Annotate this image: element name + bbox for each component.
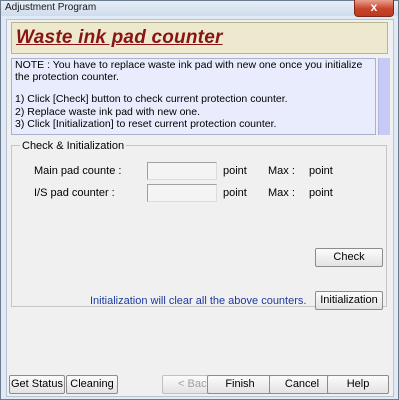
help-button[interactable]: Help [327, 375, 389, 394]
note-line: 2) Replace waste ink pad with new one. [15, 105, 201, 118]
is-pad-unit: point [223, 187, 247, 199]
title-bar[interactable]: Adjustment Program x [1, 0, 398, 17]
finish-button[interactable]: Finish [207, 375, 273, 394]
check-button[interactable]: Check [315, 248, 383, 267]
window-title: Adjustment Program [5, 2, 97, 13]
main-pad-counter-field [147, 162, 217, 180]
is-pad-counter-field [147, 184, 217, 202]
is-pad-max-unit: point [309, 187, 333, 199]
is-pad-max-label: Max : [268, 187, 295, 199]
main-pad-max-unit: point [309, 165, 333, 177]
group-title: Check & Initialization [20, 140, 127, 152]
main-pad-max-label: Max : [268, 165, 295, 177]
note-scrollbar[interactable] [378, 58, 390, 135]
heading-banner: Waste ink pad counter [11, 22, 388, 54]
adjustment-window: Adjustment Program x Waste ink pad count… [0, 0, 399, 400]
note-line: the protection counter. [15, 71, 119, 84]
cleaning-button[interactable]: Cleaning [66, 375, 118, 394]
note-line: 3) Click [Initialization] to reset curre… [15, 117, 277, 130]
close-button[interactable]: x [354, 0, 394, 17]
is-pad-label: I/S pad counter : [34, 187, 115, 199]
note-box: NOTE : You have to replace waste ink pad… [11, 58, 376, 135]
get-status-button[interactable]: Get Status [9, 375, 65, 394]
check-init-group: Check & Initialization Main pad counte :… [11, 140, 387, 310]
client-area: Waste ink pad counter NOTE : You have to… [6, 19, 394, 397]
initialization-button[interactable]: Initialization [315, 291, 383, 310]
initialization-info: Initialization will clear all the above … [90, 295, 307, 307]
note-line: 1) Click [Check] button to check current… [15, 93, 288, 106]
note-line: NOTE : You have to replace waste ink pad… [15, 59, 363, 71]
close-icon: x [370, 0, 378, 14]
cancel-button[interactable]: Cancel [269, 375, 335, 394]
main-pad-unit: point [223, 165, 247, 177]
main-pad-label: Main pad counte : [34, 165, 122, 177]
page-title: Waste ink pad counter [16, 27, 223, 48]
